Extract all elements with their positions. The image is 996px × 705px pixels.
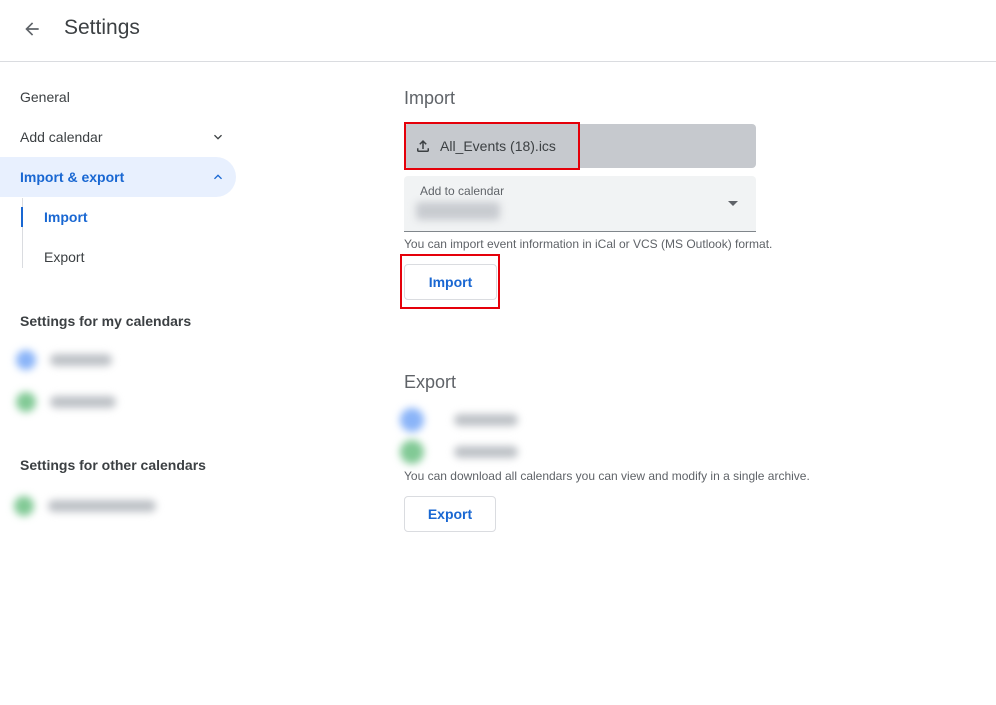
page-title: Settings	[64, 16, 140, 39]
chevron-down-icon	[214, 134, 222, 140]
file-picker[interactable]: All_Events (18).ics	[404, 124, 756, 168]
back-button[interactable]	[14, 11, 50, 47]
sidebar-item-label: Import	[44, 209, 88, 225]
calendar-color-dot	[400, 408, 424, 432]
my-calendar-item[interactable]	[16, 350, 112, 370]
sidebar-item-add-calendar[interactable]: Add calendar	[0, 117, 236, 157]
import-heading: Import	[404, 88, 456, 108]
calendar-color-dot	[14, 496, 34, 516]
add-to-calendar-label: Add to calendar	[420, 184, 505, 198]
selected-file-name: All_Events (18).ics	[440, 138, 556, 154]
add-to-calendar-select[interactable]: Add to calendar	[404, 176, 756, 232]
sidebar-item-label: Add calendar	[20, 129, 103, 145]
export-calendar-item	[400, 408, 518, 432]
sidebar-item-label: General	[20, 89, 70, 105]
calendar-color-dot	[400, 440, 424, 464]
other-calendar-item[interactable]	[14, 496, 156, 516]
redacted-calendar-name	[50, 396, 116, 408]
import-button[interactable]: Import	[404, 264, 497, 300]
redacted-calendar-name	[454, 446, 518, 458]
export-button[interactable]: Export	[404, 496, 496, 532]
export-heading: Export	[404, 372, 457, 392]
import-help-text: You can import event information in iCal…	[404, 237, 773, 251]
app-header: Settings	[0, 0, 996, 62]
my-calendars-heading: Settings for my calendars	[20, 313, 192, 329]
sidebar-item-label: Export	[44, 249, 85, 265]
calendar-color-dot	[16, 350, 36, 370]
sidebar-subitem-import[interactable]: Import	[22, 197, 222, 237]
arrow-left-icon	[25, 22, 39, 36]
sidebar-item-general[interactable]: General	[0, 77, 236, 117]
calendar-color-dot	[16, 392, 36, 412]
upload-icon	[417, 140, 429, 152]
sidebar-item-import-export[interactable]: Import & export	[0, 157, 236, 197]
my-calendar-item[interactable]	[16, 392, 116, 412]
export-calendar-item	[400, 440, 518, 464]
redacted-calendar-name	[48, 500, 156, 512]
redacted-calendar-name	[50, 354, 112, 366]
redacted-calendar-name	[454, 414, 518, 426]
chevron-up-icon	[214, 174, 222, 180]
redacted-selected-calendar	[416, 202, 500, 220]
export-help-text: You can download all calendars you can v…	[404, 469, 810, 483]
sidebar-item-label: Import & export	[20, 169, 125, 185]
other-calendars-heading: Settings for other calendars	[20, 457, 206, 473]
dropdown-arrow-icon	[728, 201, 738, 206]
sidebar-subitem-export[interactable]: Export	[22, 237, 222, 277]
